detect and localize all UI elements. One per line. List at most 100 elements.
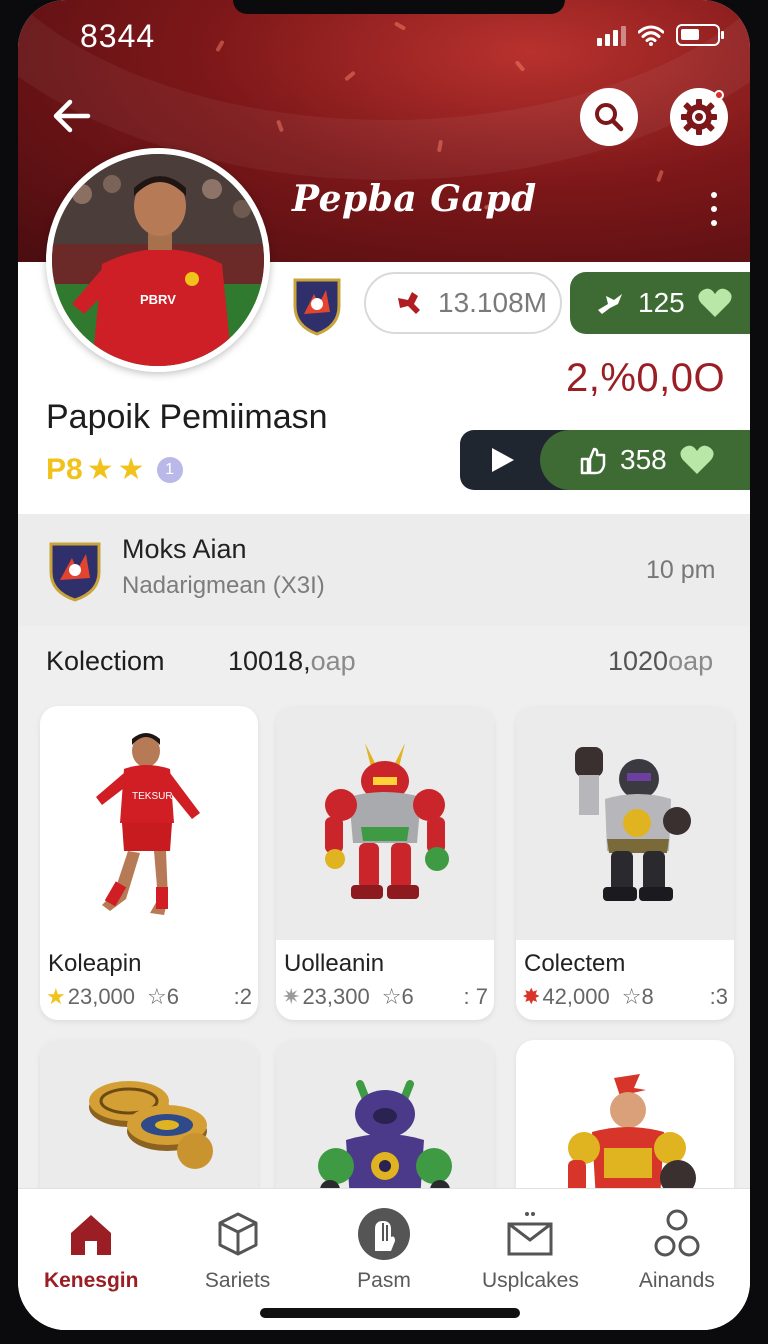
hand-icon: [357, 1207, 411, 1261]
home-icon: [64, 1207, 118, 1261]
coins-image: [89, 1081, 213, 1169]
phone-frame: 8344 Pepba Gapd PBRV 13.108M 125 2,%0,0O…: [0, 0, 768, 1344]
nav-item-home[interactable]: Kenesgin: [18, 1189, 164, 1330]
card-meta: ✸ 42,000 ☆8 :3: [522, 984, 728, 1010]
play-icon[interactable]: [488, 446, 516, 474]
card-value: 42,000: [542, 984, 610, 1009]
card-meta: ★ 23,000 ☆6 :2: [46, 984, 252, 1010]
nav-item-ainands[interactable]: Ainands: [604, 1189, 750, 1330]
card-image: [276, 1040, 494, 1200]
notch: [233, 0, 565, 14]
nav-label: Kenesgin: [43, 1269, 139, 1292]
level-badge: 1: [156, 456, 183, 483]
football-player-image: TEKSUR: [96, 733, 200, 915]
star-icon: ★: [117, 453, 145, 486]
player-name: Papoik Pemiimasn: [46, 398, 328, 436]
card-value: 23,300: [302, 984, 370, 1009]
collection-title: Kolectiom: [46, 646, 165, 676]
sparkle-icon: ✷: [282, 984, 301, 1009]
collection-total-value: 10018,: [228, 646, 311, 676]
card-image: [276, 706, 494, 940]
app-screen: 8344 Pepba Gapd PBRV 13.108M 125 2,%0,0O…: [18, 0, 750, 1330]
collection-total: 10018,oap: [228, 646, 356, 677]
cube-icon: [211, 1207, 265, 1261]
player-rating: P8 ★ ★ 1: [46, 452, 183, 487]
svg-text:TEKSUR: TEKSUR: [132, 791, 173, 802]
action-pill[interactable]: 358: [460, 430, 750, 490]
collection-total-unit: oap: [310, 646, 356, 676]
rating-code: P8: [46, 452, 83, 486]
card-rating: ☆8: [621, 984, 654, 1009]
search-icon: [595, 103, 624, 132]
card-rating: ☆6: [147, 984, 179, 1009]
collection-card[interactable]: Uolleanin ✷ 23,300 ☆6 : 7: [276, 706, 494, 1020]
card-count: : 7: [463, 984, 488, 1009]
activity-title: Moks Aian: [122, 534, 247, 564]
activity-time: 10 pm: [646, 556, 716, 584]
market-value: 13.108M: [438, 287, 547, 318]
value-stat-pill[interactable]: 13.108M: [364, 272, 562, 334]
collection-card[interactable]: TEKSUR Koleapin ★ 23,000 ☆6 :2: [40, 706, 258, 1020]
player-photo: PBRV: [52, 154, 264, 366]
wifi-icon: [638, 25, 664, 46]
collection-card[interactable]: Colectem ✸ 42,000 ☆8 :3: [516, 706, 734, 1020]
heart-icon: [698, 288, 732, 317]
card-name: Uolleanin: [284, 950, 385, 977]
likes-count-a: 125: [638, 287, 685, 318]
thumb-icon: [580, 447, 606, 475]
card-name: Koleapin: [48, 950, 142, 977]
dark-robot-image: [575, 747, 691, 901]
activity-subtitle: Nadarigmean (X3I): [122, 572, 325, 599]
club-crest-icon: [49, 542, 101, 602]
collection-right-number: 1020: [608, 646, 669, 676]
card-count: :3: [709, 984, 728, 1009]
heart-icon: [680, 445, 714, 474]
card-rating: ☆6: [381, 984, 414, 1009]
home-indicator[interactable]: [260, 1308, 520, 1318]
page-title: Pepba Gapd: [292, 178, 537, 220]
activity-row[interactable]: [18, 514, 750, 626]
purple-robot-image: [318, 1080, 452, 1200]
notification-dot: [714, 90, 724, 100]
battery-icon: [676, 24, 724, 46]
burst-icon: ✸: [522, 984, 541, 1009]
club-crest-icon: [293, 278, 341, 336]
red-robot-image: [325, 743, 449, 899]
nav-label: Pasm: [357, 1269, 411, 1292]
card-image: [40, 1040, 258, 1200]
spark: [656, 169, 664, 183]
red-gold-robot-image: [568, 1074, 696, 1200]
gold-star-icon: ★: [46, 984, 66, 1009]
likes-pill-top[interactable]: 125: [570, 272, 750, 334]
nav-label: Sariets: [204, 1269, 271, 1292]
card-image: [516, 1040, 734, 1200]
avatar: PBRV: [46, 148, 270, 372]
boot-icon: [398, 292, 420, 314]
collection-right-unit: oap: [668, 646, 714, 676]
likes-count-b: 358: [620, 444, 667, 475]
nav-label: Usplcakes: [481, 1269, 579, 1292]
back-arrow-icon[interactable]: [48, 92, 96, 140]
card-name: Colectem: [524, 950, 626, 977]
more-options-icon[interactable]: [708, 192, 720, 226]
settings-button[interactable]: [670, 88, 728, 146]
big-value: 2,%0,0O: [566, 356, 726, 400]
collection-right-value: 1020oap: [608, 646, 713, 677]
signal-icon: [597, 26, 626, 46]
mail-icon: [503, 1207, 557, 1261]
status-icons: [597, 24, 724, 46]
star-icon: ★: [86, 453, 114, 486]
circles-icon: [650, 1207, 704, 1261]
kick-icon: [598, 294, 622, 314]
search-button[interactable]: [580, 88, 638, 146]
svg-text:PBRV: PBRV: [140, 292, 176, 307]
card-image: TEKSUR: [40, 706, 258, 940]
card-meta: ✷ 23,300 ☆6 : 7: [282, 984, 488, 1010]
card-image: [516, 706, 734, 940]
likes-pill-bottom[interactable]: 358: [540, 430, 750, 490]
nav-label: Ainands: [638, 1269, 715, 1292]
card-count: :2: [233, 984, 252, 1009]
status-time: 8344: [80, 18, 156, 54]
card-value: 23,000: [67, 984, 136, 1009]
gear-icon: [681, 99, 717, 135]
